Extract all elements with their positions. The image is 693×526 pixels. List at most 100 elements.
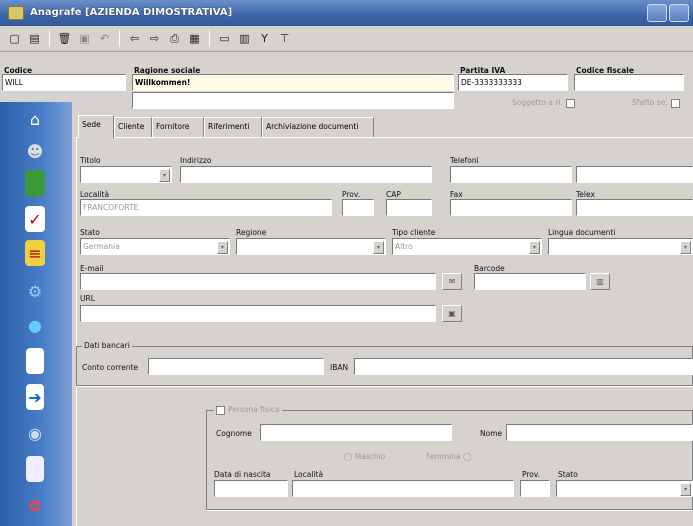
ragione-sociale-line2-field[interactable] (132, 92, 454, 109)
prov-field[interactable] (342, 199, 374, 216)
disk-icon[interactable]: ◉ (22, 420, 48, 446)
iban-field[interactable] (354, 358, 693, 375)
home-icon[interactable]: ⌂ (22, 106, 48, 132)
codice-fiscale-field[interactable] (574, 74, 684, 91)
femmina-radio[interactable]: ◯ (463, 452, 471, 461)
delete-icon[interactable]: 🗑 (56, 30, 73, 47)
chevron-down-icon[interactable]: ▾ (159, 169, 170, 182)
cap-label: CAP (386, 190, 401, 199)
maschio-text: Maschio (354, 452, 386, 461)
telefono2-field[interactable] (576, 166, 693, 183)
tab-sede[interactable]: Sede (78, 115, 114, 138)
localita-field[interactable]: FRANCOFORTE (80, 199, 332, 216)
barcode-icon[interactable]: ▥ (590, 273, 610, 290)
chevron-down-icon[interactable]: ▾ (217, 241, 228, 254)
soggetto-text: Soggetto a ri. (512, 98, 563, 107)
view-icon[interactable]: ▭ (216, 30, 233, 47)
toolbar-separator (119, 30, 120, 47)
export-icon[interactable]: ⊤ (276, 30, 293, 47)
people-icon[interactable]: ☻ (22, 138, 48, 164)
next-icon[interactable]: ⇨ (146, 30, 163, 47)
chevron-down-icon[interactable]: ▾ (680, 241, 691, 254)
page-icon[interactable] (26, 456, 44, 482)
telex-field[interactable] (576, 199, 693, 216)
url-open-icon[interactable]: ▣ (442, 305, 462, 322)
cognome-field[interactable] (260, 424, 452, 441)
tab-fornitore[interactable]: Fornitore (152, 117, 204, 137)
email-send-icon[interactable]: ✉ (442, 273, 462, 290)
app-icon (8, 6, 24, 20)
telefoni-label: Telefoni (450, 156, 479, 165)
femmina-option[interactable]: Femmina ◯ (426, 452, 471, 461)
tab-archiviazione[interactable]: Archiviazione documenti (262, 117, 374, 137)
book-icon[interactable] (25, 170, 45, 196)
undo-icon[interactable]: ↶ (96, 30, 113, 47)
soggetto-checkbox[interactable] (565, 98, 575, 108)
print-icon[interactable]: ⎙ (166, 30, 183, 47)
prev-icon[interactable]: ⇦ (126, 30, 143, 47)
window-title: Anagrafe [AZIENDA DIMOSTRATIVA] (30, 7, 233, 18)
titolo-select[interactable]: ▾ (80, 166, 172, 183)
url-label: URL (80, 294, 95, 303)
tipo-cliente-label: Tipo cliente (392, 228, 436, 237)
save-icon[interactable]: ▣ (76, 30, 93, 47)
chevron-down-icon[interactable]: ▾ (373, 241, 384, 254)
maximize-button[interactable] (669, 4, 689, 22)
stato-select[interactable]: Germania ▾ (80, 238, 230, 255)
settings-icon[interactable]: ✿ (22, 492, 48, 518)
checklist-icon[interactable]: ✓ (25, 206, 45, 232)
conto-corrente-label: Conto corrente (82, 363, 138, 372)
conto-corrente-field[interactable] (148, 358, 324, 375)
localita-nascita-field[interactable] (292, 480, 514, 497)
barcode-field[interactable] (474, 273, 586, 290)
indirizzo-field[interactable] (180, 166, 432, 183)
email-field[interactable] (80, 273, 436, 290)
regione-select[interactable]: ▾ (236, 238, 386, 255)
partita-iva-field[interactable]: DE-3333333333 (458, 74, 568, 91)
stato-label: Stato (80, 228, 100, 237)
forward-document-icon[interactable]: ➔ (26, 384, 44, 410)
data-nascita-label: Data di nascita (214, 470, 271, 479)
chevron-down-icon[interactable]: ▾ (529, 241, 540, 254)
tab-riferimenti[interactable]: Riferimenti (204, 117, 262, 137)
stato-value: Germania (83, 242, 120, 251)
prov-label: Prov. (342, 190, 361, 199)
maschio-radio[interactable]: ◯ (344, 452, 352, 461)
network-icon[interactable]: ⚙ (22, 278, 48, 304)
minimize-button[interactable] (647, 4, 667, 22)
barcode-label: Barcode (474, 264, 505, 273)
prov-nascita-field[interactable] (520, 480, 550, 497)
preview-icon[interactable]: ▦ (186, 30, 203, 47)
cap-field[interactable] (386, 199, 432, 216)
table-icon[interactable]: ▥ (236, 30, 253, 47)
codice-field[interactable]: WILL (2, 74, 126, 91)
telefono1-field[interactable] (450, 166, 572, 183)
persona-fisica-label: Persona fisica (214, 405, 282, 415)
notes-icon[interactable]: ≡ (25, 240, 45, 266)
lingua-label: Lingua documenti (548, 228, 616, 237)
nome-field[interactable] (506, 424, 693, 441)
filter-icon[interactable]: Y (256, 30, 273, 47)
persona-fisica-checkbox[interactable] (216, 405, 225, 415)
ragione-sociale-field[interactable]: Willkommen! (132, 74, 454, 91)
document-icon[interactable] (26, 348, 44, 374)
stato-nascita-select[interactable]: ▾ (556, 480, 693, 497)
globe-icon[interactable]: ● (22, 312, 48, 338)
url-field[interactable] (80, 305, 436, 322)
titolo-label: Titolo (80, 156, 101, 165)
chevron-down-icon[interactable]: ▾ (680, 483, 691, 496)
tipo-cliente-select[interactable]: Altro ▾ (392, 238, 542, 255)
maschio-option[interactable]: ◯ Maschio (344, 452, 385, 461)
list-icon[interactable]: ▤ (26, 30, 43, 47)
new-icon[interactable]: ▢ (6, 30, 23, 47)
data-nascita-field[interactable] (214, 480, 288, 497)
cognome-label: Cognome (216, 429, 252, 438)
toolbar: ▢ ▤ 🗑 ▣ ↶ ⇦ ⇨ ⎙ ▦ ▭ ▥ Y ⊤ (0, 26, 693, 52)
iban-label: IBAN (330, 363, 349, 372)
fax-field[interactable] (450, 199, 572, 216)
sfatto-checkbox[interactable] (670, 98, 680, 108)
title-bar: Anagrafe [AZIENDA DIMOSTRATIVA] (0, 0, 693, 26)
lingua-select[interactable]: ▾ (548, 238, 693, 255)
localita-label: Località (80, 190, 110, 199)
tab-cliente[interactable]: Cliente (114, 117, 152, 137)
